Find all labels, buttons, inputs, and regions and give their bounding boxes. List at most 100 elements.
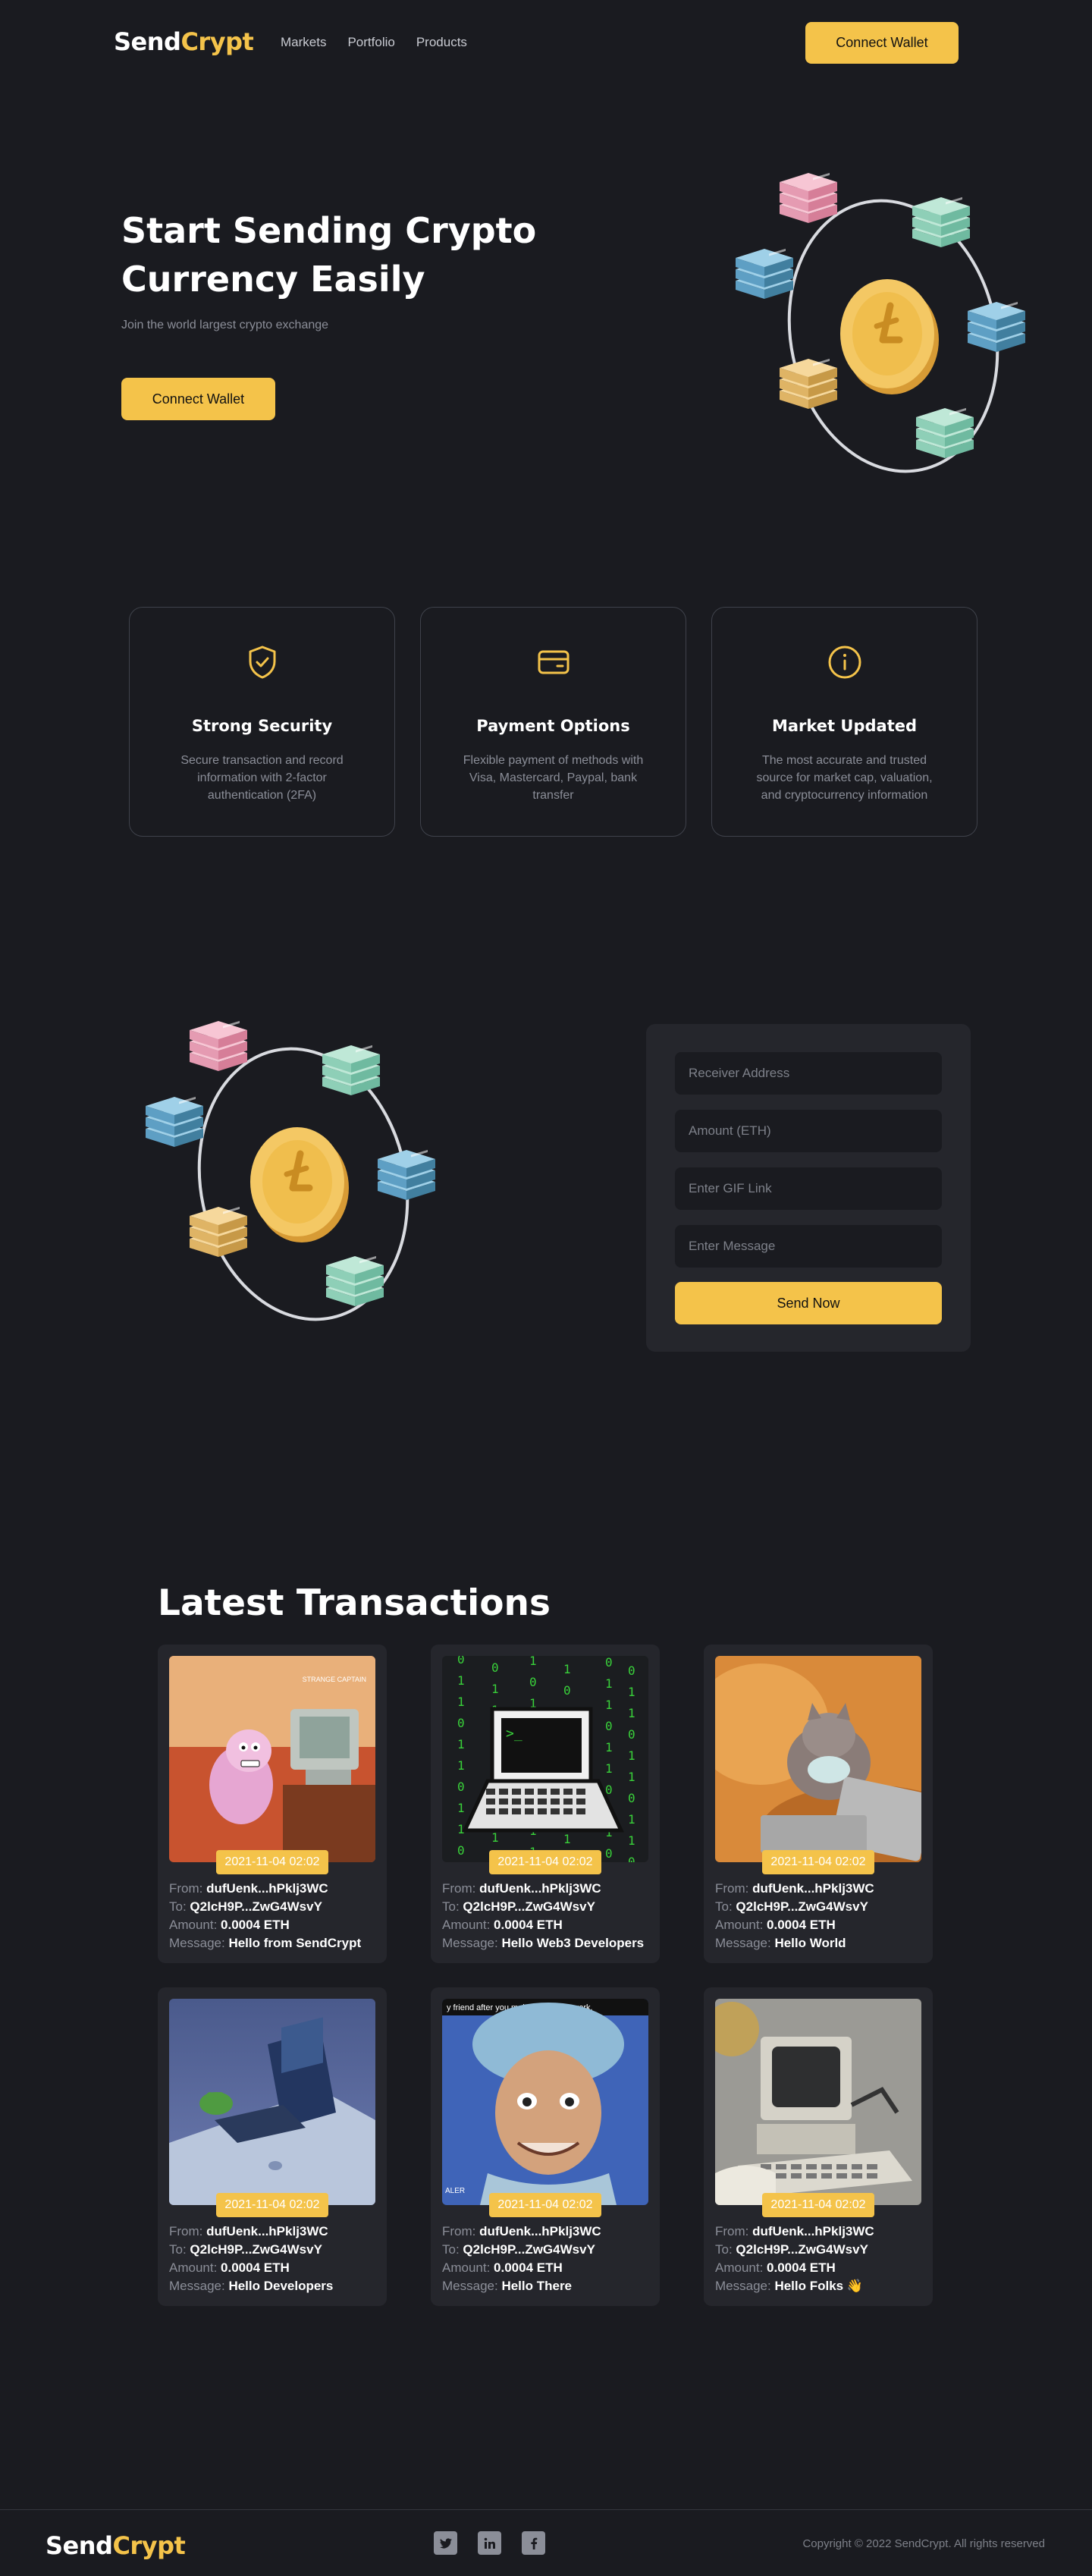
transaction-date-badge: 2021-11-04 02:02 [762, 1850, 874, 1874]
from-address[interactable]: dufUenk...hPklj3WC [206, 2224, 328, 2238]
svg-text:1: 1 [457, 1737, 465, 1751]
transaction-card: 2021-11-04 02:02 From: dufUenk...hPklj3W… [704, 1987, 933, 2306]
transaction-message-row: Message: Hello Folks 👋 [715, 2277, 874, 2295]
amount-label: Amount: [169, 2260, 218, 2275]
amount-value: 0.0004 ETH [767, 2260, 836, 2275]
to-address[interactable]: Q2lcH9P...ZwG4WsvY [190, 2242, 322, 2257]
transaction-info: From: dufUenk...hPklj3WC To: Q2lcH9P...Z… [715, 2223, 874, 2295]
transaction-to-row: To: Q2lcH9P...ZwG4WsvY [169, 1898, 361, 1916]
nav-portfolio[interactable]: Portfolio [347, 35, 394, 50]
svg-text:>_: >_ [506, 1726, 522, 1742]
logo-part-crypt: Crypt [180, 27, 254, 56]
transaction-date-badge: 2021-11-04 02:02 [216, 2193, 328, 2217]
transaction-amount-row: Amount: 0.0004 ETH [169, 2259, 333, 2277]
svg-text:0: 0 [491, 1660, 499, 1675]
receiver-address-input[interactable] [675, 1052, 942, 1095]
linkedin-icon[interactable] [478, 2531, 501, 2555]
transaction-to-row: To: Q2lcH9P...ZwG4WsvY [442, 2241, 601, 2259]
send-form: Send Now [646, 1024, 971, 1352]
message-label: Message: [169, 2279, 225, 2293]
from-label: From: [169, 1881, 203, 1896]
transaction-card: STRANGE CAPTAIN 2021-11-04 02:02 From: d… [158, 1645, 387, 1963]
logo[interactable]: SendCrypt [114, 27, 254, 56]
feature-card-market: Market Updated The most accurate and tru… [711, 607, 977, 837]
crypto-coin-illustration [726, 158, 1053, 492]
info-circle-icon [828, 646, 861, 679]
from-address[interactable]: dufUenk...hPklj3WC [206, 1881, 328, 1896]
to-label: To: [169, 2242, 187, 2257]
nav-markets[interactable]: Markets [281, 35, 326, 50]
transaction-date-badge: 2021-11-04 02:02 [762, 2193, 874, 2217]
svg-text:0: 0 [628, 1791, 635, 1805]
amount-input[interactable] [675, 1110, 942, 1152]
to-address[interactable]: Q2lcH9P...ZwG4WsvY [736, 2242, 868, 2257]
feature-card-security: Strong Security Secure transaction and r… [129, 607, 395, 837]
connect-wallet-button[interactable]: Connect Wallet [805, 22, 959, 64]
svg-text:1: 1 [605, 1676, 613, 1691]
amount-value: 0.0004 ETH [494, 1918, 563, 1932]
from-address[interactable]: dufUenk...hPklj3WC [479, 1881, 601, 1896]
to-address[interactable]: Q2lcH9P...ZwG4WsvY [463, 1899, 595, 1914]
transaction-message-row: Message: Hello World [715, 1934, 874, 1952]
hero-connect-wallet-button[interactable]: Connect Wallet [121, 378, 275, 420]
svg-text:0: 0 [457, 1843, 465, 1858]
gif-link-input[interactable] [675, 1167, 942, 1210]
twitter-icon[interactable] [434, 2531, 457, 2555]
hero-title: Start Sending Crypto Currency Easily [121, 210, 537, 300]
from-address[interactable]: dufUenk...hPklj3WC [752, 2224, 874, 2238]
message-value: Hello World [774, 1936, 846, 1950]
send-now-button[interactable]: Send Now [675, 1282, 942, 1324]
transaction-date-badge: 2021-11-04 02:02 [216, 1850, 328, 1874]
transaction-card: 2021-11-04 02:02 From: dufUenk...hPklj3W… [704, 1645, 933, 1963]
nav-products[interactable]: Products [416, 35, 467, 50]
logo-part-send: Send [114, 27, 181, 56]
svg-text:0: 0 [628, 1727, 635, 1742]
message-label: Message: [169, 1936, 225, 1950]
to-address[interactable]: Q2lcH9P...ZwG4WsvY [736, 1899, 868, 1914]
facebook-icon[interactable] [522, 2531, 545, 2555]
to-address[interactable]: Q2lcH9P...ZwG4WsvY [463, 2242, 595, 2257]
svg-text:0: 0 [563, 1683, 571, 1698]
transaction-message-row: Message: Hello Web3 Developers [442, 1934, 644, 1952]
feature-text: Flexible payment of methods with Visa, M… [463, 754, 644, 802]
from-address[interactable]: dufUenk...hPklj3WC [752, 1881, 874, 1896]
svg-text:0: 0 [628, 1855, 635, 1862]
amount-value: 0.0004 ETH [221, 2260, 290, 2275]
svg-text:1: 1 [457, 1801, 465, 1815]
transaction-card: 0110110110011011011010110110111011011011… [431, 1645, 660, 1963]
transaction-gif-image [169, 1999, 375, 2205]
transaction-gif-image [715, 1656, 921, 1862]
svg-text:1: 1 [628, 1706, 635, 1720]
amount-label: Amount: [169, 1918, 218, 1932]
transaction-gif-image: STRANGE CAPTAIN [169, 1656, 375, 1862]
svg-text:1: 1 [457, 1758, 465, 1773]
transactions-title: Latest Transactions [158, 1582, 551, 1624]
message-value: Hello There [501, 2279, 573, 2293]
from-label: From: [715, 1881, 749, 1896]
transaction-message-row: Message: Hello There [442, 2277, 601, 2295]
transaction-amount-row: Amount: 0.0004 ETH [442, 1916, 644, 1934]
amount-value: 0.0004 ETH [221, 1918, 290, 1932]
message-label: Message: [715, 1936, 771, 1950]
svg-text:0: 0 [605, 1846, 613, 1861]
transaction-gif-image: 0110110110011011011010110110111011011011… [442, 1656, 648, 1862]
svg-text:1: 1 [628, 1812, 635, 1827]
svg-text:1: 1 [491, 1830, 499, 1845]
svg-text:1: 1 [491, 1682, 499, 1696]
to-label: To: [715, 1899, 733, 1914]
transaction-gif-image: y friend after you make their code work.… [442, 1999, 648, 2205]
logo-part-crypt: Crypt [112, 2531, 186, 2560]
main-nav: Markets Portfolio Products [281, 35, 467, 50]
from-address[interactable]: dufUenk...hPklj3WC [479, 2224, 601, 2238]
svg-text:1: 1 [563, 1832, 571, 1846]
feature-title: Payment Options [476, 717, 630, 735]
footer-logo[interactable]: SendCrypt [46, 2531, 186, 2560]
to-label: To: [442, 1899, 460, 1914]
to-label: To: [169, 1899, 187, 1914]
transaction-amount-row: Amount: 0.0004 ETH [169, 1916, 361, 1934]
transaction-amount-row: Amount: 0.0004 ETH [715, 1916, 874, 1934]
to-address[interactable]: Q2lcH9P...ZwG4WsvY [190, 1899, 322, 1914]
svg-text:1: 1 [457, 1695, 465, 1709]
transaction-message-row: Message: Hello Developers [169, 2277, 333, 2295]
message-input[interactable] [675, 1225, 942, 1268]
